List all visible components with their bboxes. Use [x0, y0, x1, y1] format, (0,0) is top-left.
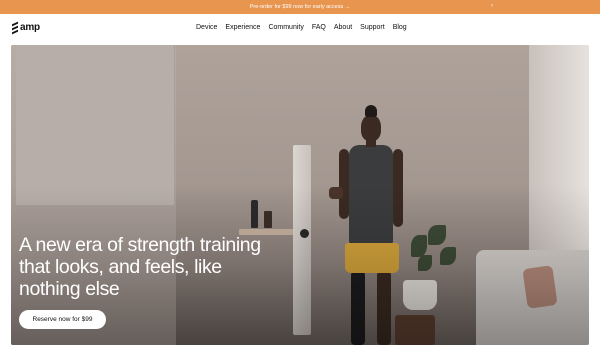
nav-item-device[interactable]: Device: [196, 24, 217, 31]
nav-item-about[interactable]: About: [334, 24, 352, 31]
promo-text[interactable]: Pre-order for $99 now for early access →: [250, 4, 351, 10]
hero-headline: A new era of strength training that look…: [19, 234, 261, 300]
wall-art: [16, 45, 175, 205]
nav-item-support[interactable]: Support: [360, 24, 385, 31]
nav-item-blog[interactable]: Blog: [393, 24, 407, 31]
hero-image: A new era of strength training that look…: [11, 45, 589, 345]
site-header: amp Device Experience Community FAQ Abou…: [0, 14, 600, 45]
nav-item-experience[interactable]: Experience: [225, 24, 260, 31]
reserve-button[interactable]: Reserve now for $99: [19, 310, 106, 329]
promo-close-icon[interactable]: ‹: [491, 3, 493, 9]
promo-bar[interactable]: Pre-order for $99 now for early access →…: [0, 0, 600, 14]
nav-item-faq[interactable]: FAQ: [312, 24, 326, 31]
logo[interactable]: amp: [12, 21, 40, 35]
nav-item-community[interactable]: Community: [268, 24, 303, 31]
amp-logo-icon: [12, 21, 18, 35]
main-nav: Device Experience Community FAQ About Su…: [196, 24, 407, 31]
logo-text: amp: [20, 22, 40, 33]
